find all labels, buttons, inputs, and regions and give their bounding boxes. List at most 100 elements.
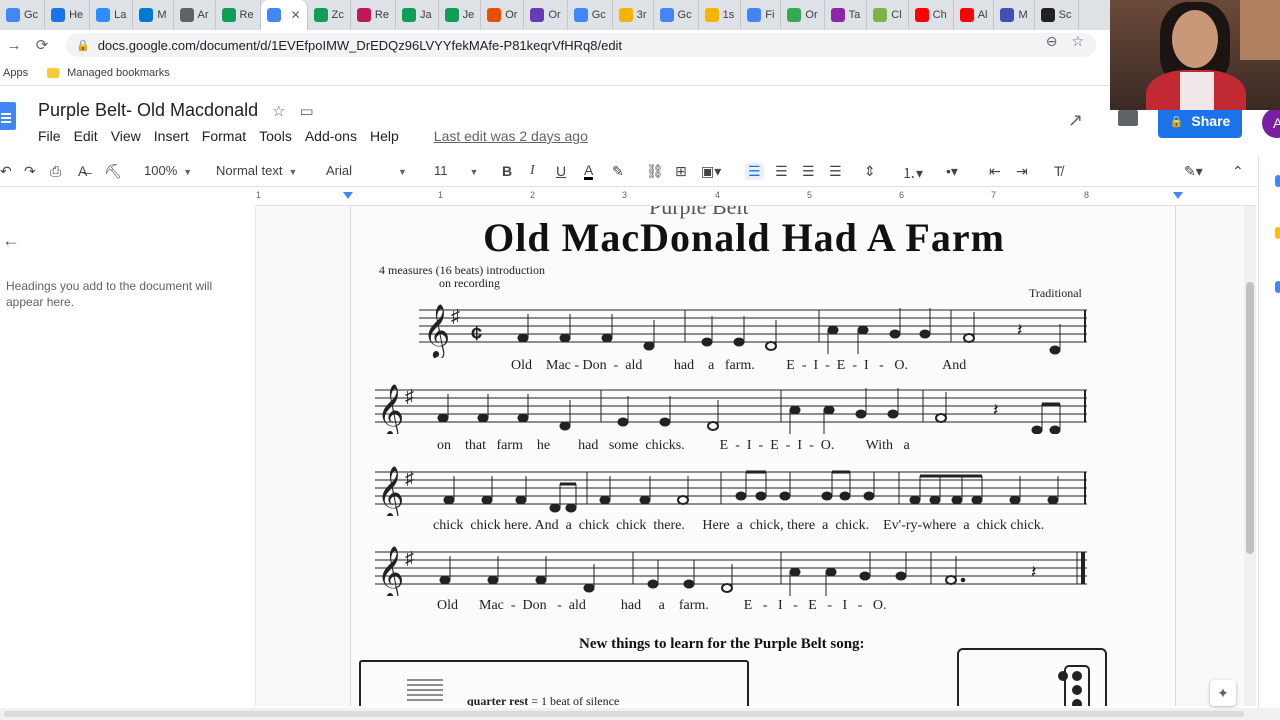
document-page[interactable]: Purple Belt Old MacDonald Had A Farm 4 m… [350,206,1176,706]
keep-addon-icon[interactable] [1275,227,1280,239]
align-left-icon[interactable]: ☰ [745,163,764,180]
last-edit-link[interactable]: Last edit was 2 days ago [434,128,588,144]
browser-tab[interactable]: M [133,0,174,30]
browser-tab[interactable]: Gc [654,0,699,30]
underline-icon[interactable]: U [556,163,566,179]
ruler-number: 3 [622,190,628,200]
browser-tab-active[interactable]: ✕ [260,0,308,30]
tab-label: Ta [848,9,861,21]
browser-tab[interactable]: La [90,0,134,30]
tab-favicon-icon [659,8,674,22]
bulleted-list-icon[interactable]: •▾ [946,163,958,180]
explore-icon[interactable]: ✦ [1210,680,1236,706]
scroll-thumb[interactable] [4,711,1244,717]
editing-mode-icon[interactable]: ✎▾ [1184,163,1203,180]
undo-icon[interactable]: ↶ [0,163,12,180]
browser-tab[interactable]: Je [439,0,482,30]
zoom-icon[interactable]: ⊖ [1046,33,1058,50]
close-tab-icon[interactable]: ✕ [291,8,301,22]
align-right-icon[interactable]: ☰ [802,163,815,180]
redo-icon[interactable]: ↷ [24,163,36,180]
align-center-icon[interactable]: ☰ [775,163,788,180]
document-title[interactable]: Purple Belt- Old Macdonald [38,100,258,121]
paint-format-icon[interactable]: ⛏ [104,163,122,180]
move-folder-icon[interactable]: ▭ [299,102,313,120]
browser-tab[interactable]: Gc [568,0,613,30]
managed-bookmarks-folder[interactable]: Managed bookmarks [47,67,170,79]
browser-tab[interactable]: Ch [909,0,954,30]
text-color-icon[interactable]: A [584,163,594,180]
style-dropdown[interactable]: Normal text ▼ [216,163,297,178]
tasks-addon-icon[interactable] [1275,281,1280,293]
font-dropdown[interactable]: Arial ▼ [326,163,407,178]
print-icon[interactable]: ⎙ [50,163,61,180]
menu-edit[interactable]: Edit [74,128,98,144]
browser-tab[interactable]: He [45,0,91,30]
link-icon[interactable]: ⛓ [646,163,664,180]
tab-favicon-icon [573,8,588,22]
left-indent-marker[interactable] [343,192,353,199]
font-size-dropdown[interactable]: 11 ▼ [434,163,478,178]
docs-logo-icon[interactable] [0,102,16,130]
decrease-indent-icon[interactable]: ⇤ [989,163,1001,180]
horizontal-scrollbar[interactable] [0,708,1280,720]
increase-indent-icon[interactable]: ⇥ [1016,163,1028,180]
menu-addons[interactable]: Add-ons [305,128,357,144]
reload-icon[interactable]: ⟳ [28,36,56,54]
ruler-number: 4 [715,190,721,200]
spellcheck-icon[interactable]: A̶ [78,163,87,179]
apps-bookmark[interactable]: Apps [3,67,28,79]
comment-history-icon[interactable] [1118,110,1138,126]
zoom-dropdown[interactable]: 100% ▼ [144,163,192,178]
browser-tab[interactable]: Ta [825,0,868,30]
line-spacing-icon[interactable]: ⇕ [864,163,876,180]
menu-file[interactable]: File [38,128,61,144]
tab-favicon-icon [747,8,762,22]
activity-trend-icon[interactable]: ↗ [1068,110,1083,131]
browser-tab[interactable]: Or [781,0,825,30]
browser-tab[interactable]: Gc [0,0,46,30]
numbered-list-icon[interactable]: ⒈▾ [902,163,923,183]
browser-tab[interactable]: Re [351,0,396,30]
browser-tab[interactable]: Zc [308,0,351,30]
browser-tab[interactable]: Ar [174,0,216,30]
menu-format[interactable]: Format [202,128,246,144]
calendar-addon-icon[interactable] [1275,175,1280,187]
tab-label: Ch [932,9,947,21]
browser-tab[interactable]: M [994,0,1035,30]
star-icon[interactable]: ☆ [272,102,285,120]
vertical-scrollbar[interactable] [1244,206,1256,706]
browser-tab[interactable]: Or [524,0,568,30]
forward-icon[interactable]: → [0,37,28,54]
menu-help[interactable]: Help [370,128,399,144]
browser-tab[interactable]: Fi [741,0,782,30]
browser-tab[interactable]: 1s [699,0,742,30]
highlight-icon[interactable]: ✎ [612,163,624,180]
right-indent-marker[interactable] [1173,192,1183,199]
document-canvas[interactable]: Purple Belt Old MacDonald Had A Farm 4 m… [256,206,1256,706]
browser-tab[interactable]: Ja [396,0,439,30]
browser-tab[interactable]: Or [481,0,525,30]
justify-icon[interactable]: ☰ [829,163,842,180]
browser-tab[interactable]: Cl [867,0,909,30]
bookmark-star-icon[interactable]: ☆ [1071,33,1084,50]
address-bar[interactable]: 🔒 docs.google.com/document/d/1EVEfpoIMW_… [66,33,1096,57]
insert-image-icon[interactable]: ▣▾ [701,163,721,180]
horizontal-ruler[interactable]: 1 1 2 3 4 5 6 7 8 [256,188,1256,206]
italic-icon[interactable]: I [530,163,535,179]
back-arrow-icon[interactable]: ← [2,230,20,251]
lyrics-line-4: Old Mac - Don - ald had a farm. E - I - … [437,598,887,613]
clear-formatting-icon[interactable]: T̸ [1054,163,1063,179]
browser-tab[interactable]: 3r [613,0,654,30]
browser-tab[interactable]: Re [216,0,261,30]
collapse-menu-icon[interactable]: ⌃ [1232,163,1244,180]
menu-insert[interactable]: Insert [154,128,189,144]
browser-tab[interactable]: Sc [1035,0,1079,30]
menu-tools[interactable]: Tools [259,128,292,144]
account-avatar[interactable]: A [1262,108,1280,138]
browser-tab[interactable]: Al [954,0,995,30]
menu-view[interactable]: View [111,128,141,144]
add-comment-icon[interactable]: ⊞ [675,163,687,180]
scroll-thumb[interactable] [1246,282,1254,554]
bold-icon[interactable]: B [502,163,512,179]
